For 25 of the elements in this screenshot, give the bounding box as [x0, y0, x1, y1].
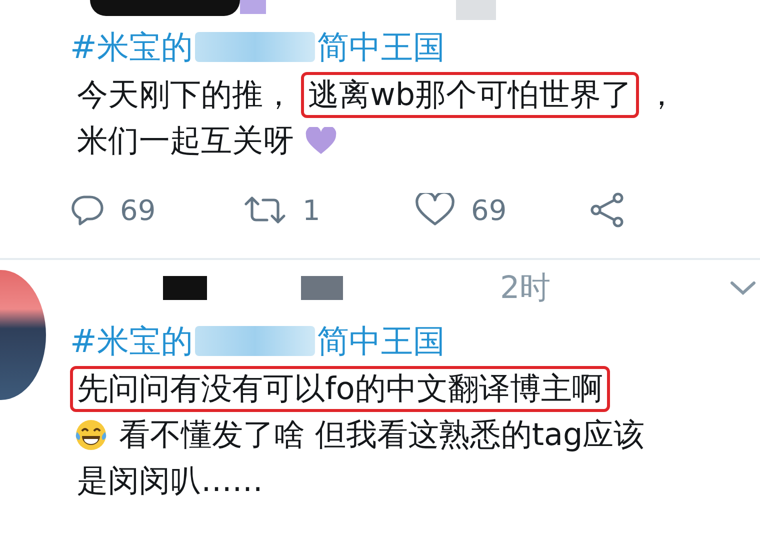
retweet-icon[interactable]: [242, 194, 286, 226]
reply-icon[interactable]: [70, 194, 104, 226]
tweet-text: ，: [645, 76, 678, 115]
redacted-emoji: [240, 0, 266, 14]
highlighted-text: 逃离wb那个可怕世界了: [301, 72, 640, 118]
tweet-text: 今天刚下的推，: [76, 76, 295, 115]
tweet-text: 看不懂发了啥 但我看这熟悉的tag应该: [118, 416, 646, 455]
reply-count: 69: [120, 194, 156, 226]
hashtag-end[interactable]: 简中王国: [316, 22, 445, 72]
retweet-count: 1: [302, 194, 320, 226]
hashtag-end[interactable]: 简中王国: [316, 316, 445, 366]
hashtag-start[interactable]: #米宝的: [70, 316, 193, 366]
tweet-time: 2时: [500, 269, 551, 308]
heart-icon[interactable]: [415, 193, 455, 227]
redacted-date: [456, 0, 496, 20]
laughing-emoji-icon: [74, 418, 108, 452]
tweet-text: 是闵闵叭……: [76, 462, 264, 501]
redacted-name: [163, 276, 207, 300]
heart-emoji-icon: [305, 127, 337, 155]
redacted-handle: [301, 276, 343, 300]
like-count: 69: [471, 194, 507, 226]
chevron-down-icon[interactable]: [730, 280, 756, 296]
tweet-text: 米们一起互关呀: [76, 122, 295, 161]
highlighted-text: 先问问有没有可以fo的中文翻译博主啊: [70, 366, 610, 412]
hashtag-start[interactable]: #米宝的: [70, 22, 193, 72]
